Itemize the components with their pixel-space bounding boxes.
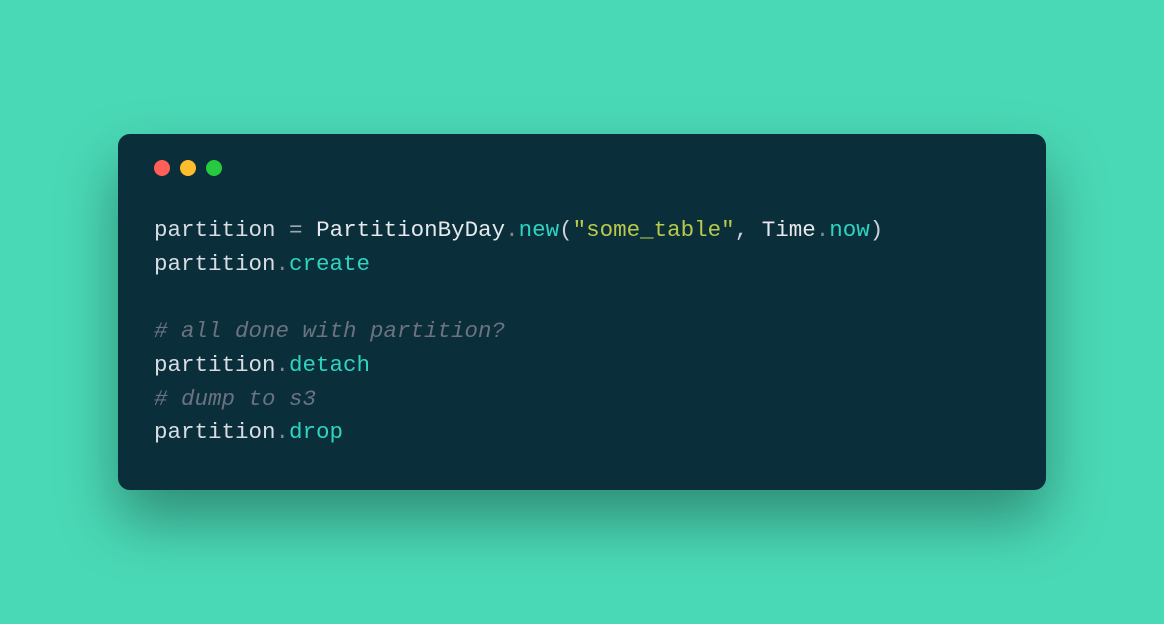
token-comment: # all done with partition? xyxy=(154,318,505,344)
token-dot: . xyxy=(276,352,290,378)
maximize-icon[interactable] xyxy=(206,160,222,176)
code-line: partition.create xyxy=(154,248,1010,282)
token-dot: . xyxy=(816,217,830,243)
code-line: partition = PartitionByDay.new("some_tab… xyxy=(154,214,1010,248)
minimize-icon[interactable] xyxy=(180,160,196,176)
token-method: new xyxy=(519,217,560,243)
code-block: partition = PartitionByDay.new("some_tab… xyxy=(154,214,1010,450)
token-method: now xyxy=(829,217,870,243)
code-line: partition.detach xyxy=(154,349,1010,383)
token-comma: , xyxy=(735,217,749,243)
code-line: # dump to s3 xyxy=(154,383,1010,417)
traffic-lights xyxy=(154,160,1010,176)
token-class: PartitionByDay xyxy=(316,217,505,243)
token-const: Time xyxy=(762,217,816,243)
token-method: detach xyxy=(289,352,370,378)
token-method: drop xyxy=(289,419,343,445)
token-op: = xyxy=(289,217,303,243)
token-comment: # dump to s3 xyxy=(154,386,316,412)
token-space xyxy=(748,217,762,243)
code-window: partition = PartitionByDay.new("some_tab… xyxy=(118,134,1046,490)
token-dot: . xyxy=(276,251,290,277)
token-var: partition xyxy=(154,352,276,378)
code-line xyxy=(154,281,1010,315)
token-paren: ( xyxy=(559,217,573,243)
close-icon[interactable] xyxy=(154,160,170,176)
token-string: "some_table" xyxy=(573,217,735,243)
token-var: partition xyxy=(154,251,276,277)
token-dot: . xyxy=(505,217,519,243)
token-dot: . xyxy=(276,419,290,445)
token-var: partition xyxy=(154,419,276,445)
code-line: partition.drop xyxy=(154,416,1010,450)
token-space xyxy=(276,217,290,243)
code-line: # all done with partition? xyxy=(154,315,1010,349)
token-space xyxy=(303,217,317,243)
token-method: create xyxy=(289,251,370,277)
token-var: partition xyxy=(154,217,276,243)
token-paren: ) xyxy=(870,217,884,243)
